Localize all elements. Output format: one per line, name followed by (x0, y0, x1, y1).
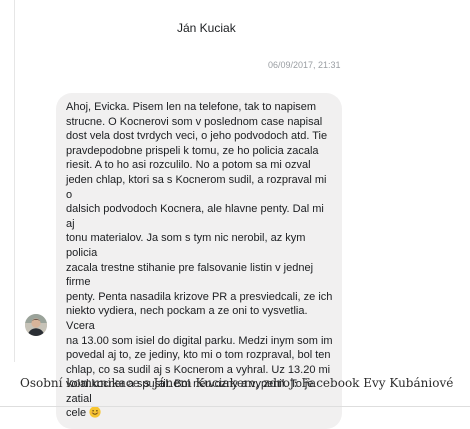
contact-name[interactable]: Ján Kuciak (177, 21, 236, 35)
message-timestamp: 06/09/2017, 21:31 (268, 60, 341, 70)
avatar[interactable] (25, 314, 47, 336)
image-caption: Osobní komunikace s Jánem Kuciakem, zdro… (20, 376, 454, 390)
message-text: Ahoj, Evicka. Pisem len na telefone, tak… (66, 101, 333, 420)
divider (0, 406, 470, 407)
user-avatar-icon (25, 314, 47, 336)
messenger-conversation-panel: Ján Kuciak 06/09/2017, 21:31 Ahoj, Evick… (14, 0, 470, 429)
